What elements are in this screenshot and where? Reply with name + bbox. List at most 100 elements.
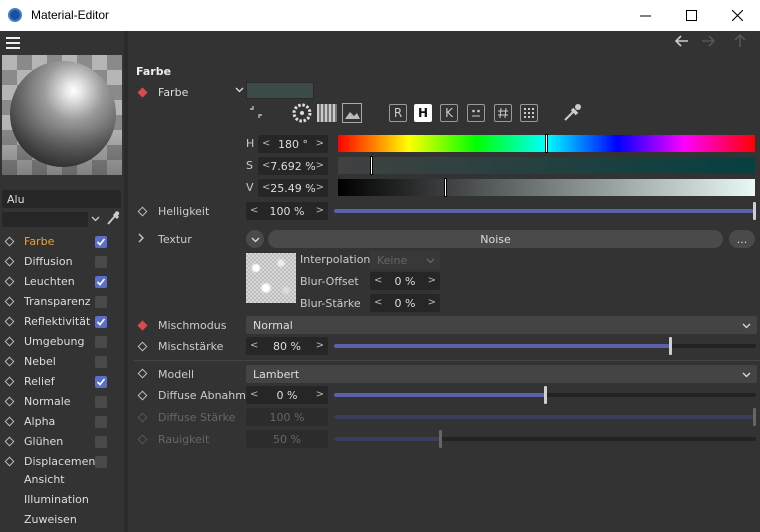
s-input[interactable]: <7.692 % > <box>258 157 328 175</box>
hex-mode-icon[interactable] <box>494 104 512 122</box>
keyframe-marker-icon <box>4 376 15 387</box>
blur-offset-value: 0 % <box>394 274 416 288</box>
keyframe-marker-icon <box>4 316 15 327</box>
hue-slider-knob[interactable] <box>545 134 548 153</box>
hamburger-menu-icon[interactable] <box>6 37 20 49</box>
material-preview[interactable] <box>2 55 122 175</box>
value-slider-knob[interactable] <box>444 178 447 197</box>
forward-arrow-icon[interactable] <box>701 35 716 50</box>
channel-label: Glühen <box>24 435 64 448</box>
channel-item[interactable]: Relief <box>4 373 124 393</box>
value-slider[interactable] <box>338 178 755 197</box>
keyframe-marker-icon[interactable] <box>137 87 148 98</box>
menu-item-ansicht[interactable]: Ansicht <box>24 473 65 486</box>
h-input[interactable]: <180 ° > <box>258 135 328 153</box>
textur-menu-button[interactable] <box>246 230 264 248</box>
textur-expand-icon[interactable] <box>137 233 145 246</box>
textur-more-button[interactable]: ... <box>729 230 755 248</box>
saturation-slider-knob[interactable] <box>370 156 373 175</box>
channel-checkbox[interactable] <box>95 456 107 468</box>
color-picker-eyedropper-icon[interactable] <box>563 102 583 125</box>
h-label: H <box>246 137 255 150</box>
mode-r-button[interactable]: R <box>389 104 407 122</box>
channel-item[interactable]: Glühen <box>4 433 124 453</box>
spectrum-icon[interactable] <box>317 104 337 122</box>
helligkeit-input[interactable]: <100 % > <box>246 202 328 220</box>
rauigkeit-slider-knob <box>439 430 442 448</box>
helligkeit-value: 100 % <box>269 204 305 218</box>
keyframe-marker-icon[interactable] <box>137 341 148 352</box>
channel-checkbox[interactable] <box>95 296 107 308</box>
channel-item[interactable]: Farbe <box>4 233 124 253</box>
mischstaerke-slider[interactable] <box>334 337 756 355</box>
keyframe-marker-icon <box>4 336 15 347</box>
blur-staerke-label: Blur-Stärke <box>300 297 361 310</box>
mixer-mode-icon[interactable] <box>467 104 485 122</box>
channel-item[interactable]: Alpha <box>4 413 124 433</box>
mischmodus-dropdown[interactable]: Normal <box>246 316 757 334</box>
swatches-mode-icon[interactable] <box>520 104 538 122</box>
keyframe-marker-icon[interactable] <box>137 390 148 401</box>
hue-slider[interactable] <box>338 134 755 153</box>
rauigkeit-label: Rauigkeit <box>158 433 210 446</box>
channel-search-input[interactable] <box>2 212 88 227</box>
channel-checkbox[interactable] <box>95 256 107 268</box>
image-picker-icon[interactable] <box>342 103 362 123</box>
diffuse-abnahme-input[interactable]: <0 % > <box>246 386 328 404</box>
mode-k-button[interactable]: K <box>440 104 458 122</box>
diffuse-abnahme-slider-knob[interactable] <box>544 386 547 404</box>
channel-checkbox[interactable] <box>95 276 107 288</box>
channel-checkbox[interactable] <box>95 236 107 248</box>
blur-staerke-input[interactable]: <0 % > <box>370 294 440 312</box>
channel-checkbox[interactable] <box>95 376 107 388</box>
blur-offset-input[interactable]: <0 % > <box>370 272 440 290</box>
channel-item[interactable]: Nebel <box>4 353 124 373</box>
mischstaerke-slider-knob[interactable] <box>669 337 672 355</box>
keyframe-marker-icon[interactable] <box>137 206 148 217</box>
material-name: Alu <box>7 192 25 206</box>
splitter[interactable] <box>124 31 128 532</box>
diffuse-abnahme-label: Diffuse Abnahme <box>158 389 253 402</box>
keyframe-marker-icon[interactable] <box>137 320 148 331</box>
channel-item[interactable]: Displacement <box>4 453 124 473</box>
mischstaerke-input[interactable]: <80 % > <box>246 337 328 355</box>
v-input[interactable]: <25.49 % > <box>258 179 328 197</box>
channel-checkbox[interactable] <box>95 416 107 428</box>
close-button[interactable] <box>714 0 760 31</box>
modell-dropdown[interactable]: Lambert <box>246 365 757 383</box>
chevron-down-icon[interactable] <box>91 213 100 226</box>
material-name-field[interactable]: Alu <box>2 190 121 208</box>
channel-checkbox[interactable] <box>95 316 107 328</box>
color-wheel-icon[interactable] <box>292 103 312 126</box>
menu-item-zuweisen[interactable]: Zuweisen <box>24 513 77 526</box>
eyedropper-icon[interactable] <box>106 210 120 229</box>
textur-value: Noise <box>480 232 511 246</box>
channel-item[interactable]: Normale <box>4 393 124 413</box>
color-swatch[interactable] <box>246 82 314 99</box>
channel-checkbox[interactable] <box>95 436 107 448</box>
channel-item[interactable]: Reflektivität <box>4 313 124 333</box>
channel-checkbox[interactable] <box>95 336 107 348</box>
channel-item[interactable]: Transparenz <box>4 293 124 313</box>
minimize-button[interactable] <box>622 0 668 31</box>
channel-item[interactable]: Umgebung <box>4 333 124 353</box>
mode-h-button[interactable]: H <box>414 104 432 122</box>
helligkeit-label: Helligkeit <box>158 205 210 218</box>
channel-item[interactable]: Leuchten <box>4 273 124 293</box>
textur-field[interactable]: Noise <box>268 230 723 248</box>
up-arrow-icon[interactable] <box>734 33 746 51</box>
interpolation-dropdown[interactable]: Keine <box>370 251 440 269</box>
helligkeit-slider[interactable] <box>334 202 756 220</box>
maximize-button[interactable] <box>668 0 714 31</box>
diffuse-abnahme-slider[interactable] <box>334 386 756 404</box>
color-expand-chevron-icon[interactable] <box>235 84 244 97</box>
helligkeit-slider-knob[interactable] <box>753 202 756 220</box>
back-arrow-icon[interactable] <box>674 35 689 50</box>
channel-checkbox[interactable] <box>95 356 107 368</box>
channel-item[interactable]: Diffusion <box>4 253 124 273</box>
channel-checkbox[interactable] <box>95 396 107 408</box>
keyframe-marker-icon[interactable] <box>137 368 148 379</box>
menu-item-illumination[interactable]: Illumination <box>24 493 89 506</box>
compact-mode-icon[interactable] <box>248 104 264 123</box>
saturation-slider[interactable] <box>338 156 755 175</box>
